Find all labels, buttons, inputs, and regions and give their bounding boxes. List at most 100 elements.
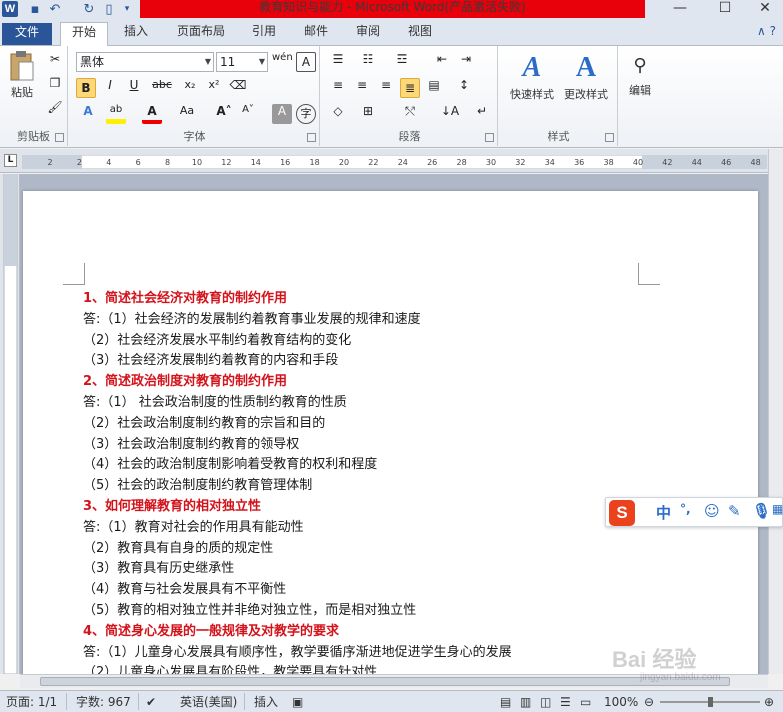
proofing-icon[interactable]: ✔ [146,694,156,710]
align-center-icon[interactable]: ≡ [352,78,372,98]
word-count[interactable]: 字数: 967 [76,694,131,710]
question-heading[interactable]: 4、简述身心发展的一般规律及对教学的要求 [83,622,723,643]
document-area[interactable]: 1、简述社会经济对教育的制约作用 答:（1）社会经济的发展制约着教育事业发展的规律… [20,174,768,674]
ruler-scale[interactable]: 2 2 4 6 8 10 12 14 16 18 20 22 24 26 28 30 32 34 36 38 40 42 4… [22,155,767,169]
clear-format-icon[interactable]: ⌫ [228,78,248,98]
show-marks-icon[interactable]: ↵ [472,104,492,124]
quick-styles-button[interactable]: A 快速样式 [506,50,558,102]
tab-selector[interactable]: L [4,154,17,167]
word-app-icon[interactable]: W [2,1,18,17]
zoom-slider-knob[interactable] [708,697,713,707]
line-spacing-icon[interactable]: ↕ [454,78,474,98]
decrease-indent-icon[interactable]: ⇤ [432,52,452,72]
tab-mailings[interactable]: 邮件 [296,22,336,46]
undo-icon[interactable]: ↶ [46,1,64,18]
customize-qat-icon[interactable]: ▾ [118,1,136,18]
tab-references[interactable]: 引用 [244,22,284,46]
document-page[interactable]: 1、简述社会经济对教育的制约作用 答:（1）社会经济的发展制约着教育事业发展的规律… [23,191,758,674]
help-icon[interactable]: ∧ ? [757,24,779,42]
tab-home[interactable]: 开始 [60,22,108,47]
maximize-icon[interactable]: ☐ [705,0,745,18]
align-left-icon[interactable]: ≡ [328,78,348,98]
question-heading[interactable]: 2、简述政治制度对教育的制约作用 [83,372,723,393]
align-right-icon[interactable]: ≡ [376,78,396,98]
sort-icon[interactable]: ↓A [440,104,460,124]
answer-line[interactable]: （2）社会经济发展水平制约着教育结构的变化 [83,331,723,352]
mic-icon[interactable]: 🎙 [752,502,771,520]
view-draft-icon[interactable]: ▭ [580,694,591,710]
strikethrough-button[interactable]: abc [148,78,176,98]
editing-button[interactable]: ⚲ 编辑 [622,50,658,98]
phonetic-guide-icon[interactable]: wén [272,52,293,72]
view-fullscreen-icon[interactable]: ▥ [520,694,531,710]
pen-icon[interactable]: ✎ [728,502,741,520]
font-size-combo[interactable]: 11 ▼ [216,52,268,72]
macro-icon[interactable]: ▣ [292,694,303,710]
zoom-out-icon[interactable]: ⊖ [644,694,654,710]
view-web-icon[interactable]: ◫ [540,694,551,710]
format-painter-icon[interactable]: 🖌 [45,100,65,120]
clipboard-launcher-icon[interactable] [55,133,64,142]
superscript-button[interactable]: x² [204,78,224,98]
underline-button[interactable]: U [124,78,144,98]
copy-icon[interactable]: ❐ [45,76,65,96]
font-color-icon[interactable]: A [142,104,162,124]
bullets-icon[interactable]: ☰ [328,52,348,72]
enclose-char-icon[interactable]: 字 [296,104,316,124]
font-launcher-icon[interactable] [307,133,316,142]
answer-line[interactable]: （3）社会政治制度制约教育的领导权 [83,435,723,456]
answer-line[interactable]: （3）教育具有历史继承性 [83,559,723,580]
chinese-layout-icon[interactable]: ⤲ [400,104,420,124]
answer-line[interactable]: 答:（1） 社会政治制度的性质制约教育的性质 [83,393,723,414]
emoji-icon[interactable]: ☺ [704,502,720,520]
shading-icon[interactable]: ◇ [328,104,348,124]
shrink-font-icon[interactable]: A˅ [238,104,258,124]
insert-mode[interactable]: 插入 [254,694,278,710]
paste-button[interactable]: 粘贴 [4,50,40,100]
italic-button[interactable]: I [100,78,120,98]
view-print-layout-icon[interactable]: ▤ [500,694,511,710]
highlight-icon[interactable]: ab [106,104,126,124]
subscript-button[interactable]: x₂ [180,78,200,98]
page-count[interactable]: 页面: 1/1 [6,694,57,710]
answer-line[interactable]: （3）社会经济发展制约着教育的内容和手段 [83,351,723,372]
answer-line[interactable]: （2）教育具有自身的质的规定性 [83,539,723,560]
answer-line[interactable]: （4）社会的政治制度制影响着受教育的权利和程度 [83,455,723,476]
new-document-icon[interactable]: ▯ [100,1,118,18]
minimize-icon[interactable]: — [660,0,700,18]
justify-icon[interactable]: ≣ [400,78,420,98]
grid-icon[interactable]: ▦ [772,502,783,516]
sogou-logo[interactable]: S [609,500,635,526]
bold-button[interactable]: B [76,78,96,98]
view-outline-icon[interactable]: ☰ [560,694,571,710]
answer-line[interactable]: （5）教育的相对独立性并非绝对独立性，而是相对独立性 [83,601,723,622]
grow-font-icon[interactable]: A˄ [214,104,234,124]
char-shading-icon[interactable]: A [272,104,292,124]
zoom-slider[interactable] [660,697,760,707]
change-case-icon[interactable]: Aa [174,104,200,124]
tab-file[interactable]: 文件 [2,23,52,45]
answer-line[interactable]: （5）社会的政治制度制约教育管理体制 [83,476,723,497]
text-effects-icon[interactable]: A [78,104,98,124]
paragraph-launcher-icon[interactable] [485,133,494,142]
distributed-icon[interactable]: ▤ [424,78,444,98]
zoom-in-icon[interactable]: ⊕ [764,694,774,710]
multilevel-list-icon[interactable]: ☲ [392,52,412,72]
tab-insert[interactable]: 插入 [116,22,156,46]
ime-toolbar[interactable]: S 中 °, ☺ ✎ 🎙 ▦ [605,497,783,527]
font-name-combo[interactable]: 黑体 ▼ [76,52,214,72]
tab-view[interactable]: 视图 [400,22,440,46]
language[interactable]: 英语(美国) [180,694,237,710]
document-body[interactable]: 1、简述社会经济对教育的制约作用 答:（1）社会经济的发展制约着教育事业发展的规律… [83,289,723,674]
save-icon[interactable]: ▪ [26,1,44,18]
vertical-scrollbar[interactable] [768,149,783,674]
char-border-icon[interactable]: A [296,52,316,72]
answer-line[interactable]: （2）社会政治制度制约教育的宗旨和目的 [83,414,723,435]
ime-punct[interactable]: °, [680,502,691,516]
cut-icon[interactable]: ✂ [45,52,65,72]
zoom-level[interactable]: 100% [604,694,638,710]
ime-mode[interactable]: 中 [656,502,671,523]
change-styles-button[interactable]: A 更改样式 [560,50,612,102]
answer-line[interactable]: 答:（1）社会经济的发展制约着教育事业发展的规律和速度 [83,310,723,331]
numbering-icon[interactable]: ☷ [358,52,378,72]
